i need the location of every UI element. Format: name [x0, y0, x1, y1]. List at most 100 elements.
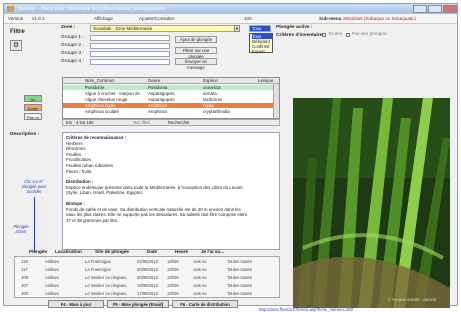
- table-row[interactable]: Algue chevelue rouge Asparagopsis taxifo…: [63, 97, 279, 102]
- dive-site: La Fourmigue: [85, 259, 111, 264]
- table-row-selected[interactable]: Amphiroa rigide Amphiroa rigida: [63, 103, 279, 108]
- dive-row[interactable]: 107 Antibes Le Sentier ou rangueu 19/08/…: [17, 282, 279, 289]
- header-espece[interactable]: Espèce: [203, 78, 218, 83]
- table-row[interactable]: Posidonie Posidonia oceanica: [63, 85, 279, 90]
- dive-time: 14h00: [167, 291, 179, 296]
- header-genre[interactable]: Genre: [148, 78, 160, 83]
- menu-item-consulter[interactable]: Ajouter/Consulter: [139, 14, 175, 24]
- dive-seen[interactable]: Avis vu: [193, 282, 206, 289]
- dive-row[interactable]: 120 Antibes La Fourmigue 22/08/2012 14h0…: [17, 258, 279, 265]
- minimize-button[interactable]: [413, 5, 427, 13]
- zone-dropdown-arrow[interactable]: ▼: [234, 25, 240, 32]
- active-dive-note: Plongée active: [13, 224, 29, 234]
- cell-nom: Algue à crochet - Harpon de: [85, 91, 140, 96]
- table-scrollbar[interactable]: [273, 84, 279, 118]
- dive-seen[interactable]: Avis vu: [193, 274, 206, 281]
- close-button[interactable]: [443, 5, 457, 13]
- dive-date: 22/08/2012: [137, 259, 158, 264]
- group-2-select[interactable]: [90, 43, 170, 49]
- active-dive-label: Plongée active :: [276, 25, 313, 30]
- dive-seen[interactable]: Avis vu: [193, 266, 206, 273]
- zone-label: Zone :: [61, 25, 76, 30]
- dive-number[interactable]: 107: [21, 282, 28, 289]
- record-counter[interactable]: Enr : 4 sur 150: [66, 120, 93, 126]
- distribution-map-button[interactable]: F6 - Carte de distribution: [172, 300, 238, 308]
- menu-item-affichage[interactable]: Affichage: [94, 14, 113, 24]
- doris-link[interactable]: http://doris.ffessm.fr/fiche2.asp?fiche_…: [259, 307, 353, 312]
- filter-title: Filtre: [10, 29, 25, 35]
- dive-number[interactable]: 117: [21, 266, 28, 273]
- filter-dive-button[interactable]: Filtrer sur une plongée: [175, 47, 217, 59]
- dive-time: 14h00: [167, 275, 179, 280]
- criteria-site-label: Par site plongée: [352, 32, 387, 37]
- dive-number[interactable]: 100: [21, 290, 28, 297]
- dive-time: 14h00: [167, 259, 179, 264]
- cell-genre: Amphiroa: [148, 109, 167, 114]
- species-table-header: Nom_Commun Genre Espèce Lexique: [63, 78, 279, 84]
- doubt-button[interactable]: Doute: [24, 104, 42, 111]
- dives-header-date: Date: [147, 249, 157, 254]
- level-option-3[interactable]: Expert: [252, 49, 272, 54]
- group-3-label: Groupe 3 :: [61, 51, 84, 56]
- dive-extra: Toutes toutes: [227, 291, 252, 296]
- group-1-label: Groupe 1 :: [61, 35, 84, 40]
- submenu-value: Windows (Subaqua ou Subaquatic): [344, 16, 417, 21]
- description-label: Description :: [10, 132, 40, 137]
- cell-espece: rigida: [203, 103, 214, 108]
- level-dropdown-list[interactable]: Tous Débutant Confirmé Expert: [249, 33, 273, 54]
- dive-seen[interactable]: Avis vu: [193, 258, 206, 265]
- group-2-label: Groupe 2 :: [61, 43, 84, 48]
- table-row[interactable]: Algue à crochet - Harpon de Asparagopsis…: [63, 91, 279, 96]
- dives-header-vu: Je l'ai vu...: [201, 249, 225, 254]
- dive-date: 19/08/2012: [137, 283, 158, 288]
- level-select[interactable]: Tous: [249, 25, 271, 32]
- dive-site: La Fourmigue: [85, 267, 111, 272]
- criteria-site-checkbox[interactable]: [346, 33, 350, 37]
- dive-location: Antibes: [45, 283, 59, 288]
- cell-nom: Posidonie: [85, 85, 105, 90]
- record-search[interactable]: Rechercher: [168, 120, 190, 126]
- species-table: Nom_Commun Genre Espèce Lexique Posidoni…: [62, 77, 280, 119]
- update-button[interactable]: F4 - Mise à jour: [48, 300, 104, 308]
- menu-bar: Version v1.0.1 Affichage Ajouter/Consult…: [4, 14, 457, 24]
- dive-location: Antibes: [45, 259, 59, 264]
- dive-extra: Toutes toutes: [227, 259, 252, 264]
- zone-select[interactable]: Scandale - Zone Méditerranée: [90, 25, 240, 32]
- dives-header-localisation: Localisation: [55, 249, 82, 254]
- dive-row[interactable]: 117 Antibes La Fourmigue 20/08/2012 14h0…: [17, 266, 279, 273]
- cell-nom: Amphiroa sculpté: [85, 109, 119, 114]
- dive-number[interactable]: 120: [21, 258, 28, 265]
- dive-seen[interactable]: Avis vu: [193, 290, 206, 297]
- dive-date: 20/08/2012: [137, 275, 158, 280]
- dive-location: Antibes: [45, 267, 59, 272]
- dive-row[interactable]: 100 Antibes Le Sentier ou rangueu 17/08/…: [17, 290, 279, 297]
- cell-nom: Algue chevelue rouge: [85, 97, 128, 102]
- binoculars-icon[interactable]: ⚙: [10, 40, 22, 51]
- send-message-button[interactable]: Envoyer un message: [175, 58, 217, 70]
- group-4-select[interactable]: [90, 59, 170, 65]
- dive-number[interactable]: 108: [21, 274, 28, 281]
- table-row[interactable]: Amphiroa sculpté Amphiroa cryptarthrodia: [63, 109, 279, 114]
- add-dive-button[interactable]: Ajout de plongée: [175, 36, 217, 43]
- criteria-toutes-checkbox[interactable]: [322, 33, 326, 37]
- seen-button[interactable]: Vu: [24, 95, 42, 102]
- cell-genre: Asparagopsis: [148, 91, 175, 96]
- menu-item-count[interactable]: 100: [244, 14, 252, 24]
- description-text[interactable]: Critères de reconnaissance : Herbiers Rh…: [62, 132, 280, 250]
- email-dive-button[interactable]: F5 - Mise plongée (Email): [107, 300, 169, 308]
- header-lexique[interactable]: Lexique: [258, 78, 273, 83]
- dive-site: Le Sentier ou rangueu: [85, 291, 127, 296]
- header-nom-commun[interactable]: Nom_Commun: [85, 78, 115, 83]
- cell-espece: armata: [203, 91, 217, 96]
- group-1-select[interactable]: [90, 35, 170, 41]
- seagrass-image: [293, 98, 450, 308]
- group-3-select[interactable]: [90, 51, 170, 57]
- dive-extra: Toutes toutes: [227, 283, 252, 288]
- not-seen-button[interactable]: Pas vu: [24, 113, 42, 120]
- dive-extra: Toutes toutes: [227, 267, 252, 272]
- maximize-button[interactable]: [428, 5, 442, 13]
- dive-location: Antibes: [45, 275, 59, 280]
- cell-nom: Amphiroa rigide: [85, 103, 116, 108]
- criteria-label: Critères d'inventaire :: [276, 33, 326, 38]
- dive-row[interactable]: 108 Antibes Le Sentier ou rangueu 20/08/…: [17, 274, 279, 281]
